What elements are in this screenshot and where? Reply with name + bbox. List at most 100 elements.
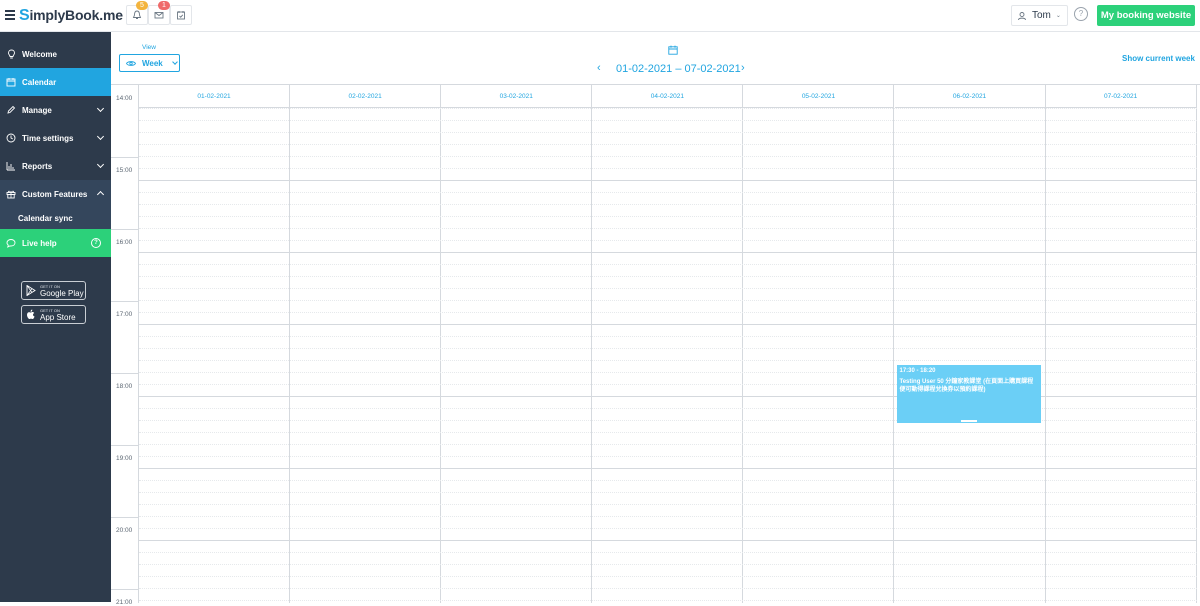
- chevron-down-icon: [96, 160, 105, 169]
- slot-line: [139, 540, 1197, 541]
- google-play-badge[interactable]: GET IT ON Google Play: [21, 281, 86, 300]
- messages-button[interactable]: 1: [148, 1, 170, 25]
- slot-line: [139, 180, 1197, 181]
- menu-icon[interactable]: [5, 10, 15, 20]
- sidebar-item-live-help[interactable]: Live help ?: [0, 229, 111, 257]
- slot-line: [139, 576, 1197, 577]
- user-name: Tom: [1032, 10, 1051, 21]
- slot-line: [139, 132, 1197, 133]
- calendar-check-icon: [177, 11, 185, 20]
- day-header[interactable]: 06-02-2021: [894, 85, 1046, 108]
- chevron-up-icon: [96, 190, 105, 199]
- slot-line: [139, 240, 1197, 241]
- hour-divider: [111, 517, 139, 518]
- chevron-down-icon: [96, 132, 105, 141]
- slot-line: [139, 288, 1197, 289]
- sidebar-subitem-calendar-sync[interactable]: Calendar sync: [0, 208, 111, 229]
- my-booking-website-button[interactable]: My booking website: [1097, 5, 1195, 26]
- logo[interactable]: SimplyBook.me: [19, 7, 123, 25]
- slot-line: [139, 120, 1197, 121]
- calendar-picker-icon[interactable]: [668, 45, 678, 55]
- slot-line: [139, 468, 1197, 469]
- slot-line: [139, 432, 1197, 433]
- hour-label: 14:00: [116, 95, 133, 102]
- sidebar-item-welcome[interactable]: Welcome: [0, 40, 111, 68]
- envelope-icon: [154, 12, 164, 19]
- slot-line: [139, 516, 1197, 517]
- sidebar-item-time-settings[interactable]: Time settings: [0, 124, 111, 152]
- hour-label: 20:00: [116, 527, 133, 534]
- slot-line: [139, 348, 1197, 349]
- gift-icon: [6, 189, 16, 199]
- sidebar-item-manage[interactable]: Manage: [0, 96, 111, 124]
- next-week-button[interactable]: ›: [741, 62, 745, 74]
- slot-line: [139, 600, 1197, 601]
- slot-line: [139, 492, 1197, 493]
- sidebar: Welcome Calendar Manage Time settings Re…: [0, 32, 111, 602]
- event-title: Testing User 50 分鐘家教課堂 (在頁面上購買課程便可動得課程兌換…: [899, 379, 1034, 393]
- slot-line: [139, 168, 1197, 169]
- slot-line: [139, 300, 1197, 301]
- lightbulb-icon: [6, 49, 16, 59]
- apple-icon: [27, 309, 35, 319]
- clock-icon: [6, 133, 16, 143]
- sidebar-item-custom-features[interactable]: Custom Features: [0, 180, 111, 208]
- notifications-button[interactable]: 5: [126, 1, 148, 25]
- bell-icon: [132, 10, 142, 19]
- prev-week-button[interactable]: ‹: [597, 62, 601, 74]
- slot-line: [139, 324, 1197, 325]
- google-play-icon: [26, 285, 36, 296]
- day-header[interactable]: 04-02-2021: [592, 85, 744, 108]
- slot-line: [139, 480, 1197, 481]
- slot-line: [139, 444, 1197, 445]
- slot-line: [139, 264, 1197, 265]
- user-icon: [1018, 11, 1026, 20]
- day-header[interactable]: 01-02-2021: [139, 85, 291, 108]
- calendar-icon: [6, 77, 16, 87]
- calendar-main: View Week ‹ 01-02-2021 – 07-02-2021 › Sh…: [111, 32, 1200, 606]
- booking-event[interactable]: 17:30 - 18:20 Testing User 50 分鐘家教課堂 (在頁面…: [896, 365, 1041, 423]
- day-header[interactable]: 05-02-2021: [743, 85, 895, 108]
- sidebar-item-calendar[interactable]: Calendar: [0, 68, 111, 96]
- day-header[interactable]: 03-02-2021: [441, 85, 593, 108]
- user-menu[interactable]: Tom ⌄: [1011, 5, 1068, 26]
- slot-line: [139, 312, 1197, 313]
- event-time: 17:30 - 18:20: [899, 368, 936, 374]
- view-select[interactable]: Week: [119, 54, 180, 72]
- slot-line: [139, 228, 1197, 229]
- view-label: View: [142, 44, 156, 51]
- app-store-badge[interactable]: GET IT ON App Store: [21, 305, 86, 324]
- help-icon[interactable]: ?: [1074, 7, 1088, 21]
- day-header[interactable]: 07-02-2021: [1045, 85, 1197, 108]
- date-range: 01-02-2021 – 07-02-2021: [616, 63, 741, 75]
- view-value: Week: [142, 58, 163, 68]
- tasks-button[interactable]: [170, 5, 192, 25]
- resize-handle[interactable]: [960, 420, 977, 422]
- hour-label: 15:00: [116, 167, 133, 174]
- chevron-down-icon: ⌄: [1055, 13, 1061, 19]
- chat-bubble-icon: [6, 238, 16, 248]
- notifications-badge: 5: [136, 1, 148, 10]
- slot-line: [139, 564, 1197, 565]
- day-header[interactable]: 02-02-2021: [290, 85, 442, 108]
- slot-line: [139, 144, 1197, 145]
- hour-divider: [111, 157, 139, 158]
- slot-line: [139, 336, 1197, 337]
- slot-line: [139, 276, 1197, 277]
- messages-badge: 1: [158, 1, 170, 10]
- slot-line: [139, 360, 1197, 361]
- hour-label: 17:00: [116, 311, 133, 318]
- slot-line: [139, 456, 1197, 457]
- slot-line: [139, 252, 1197, 253]
- slot-line: [139, 504, 1197, 505]
- chart-icon: [6, 161, 16, 171]
- top-bar: SimplyBook.me 5 1 Tom ⌄ ? My booking web…: [0, 0, 1200, 32]
- chevron-down-icon: [96, 104, 105, 113]
- slot-line: [139, 216, 1197, 217]
- slot-line: [139, 156, 1197, 157]
- hour-label: 19:00: [116, 455, 133, 462]
- hour-label: 16:00: [116, 239, 133, 246]
- slot-line: [139, 588, 1197, 589]
- sidebar-item-reports[interactable]: Reports: [0, 152, 111, 180]
- show-current-week-link[interactable]: Show current week: [1122, 54, 1195, 63]
